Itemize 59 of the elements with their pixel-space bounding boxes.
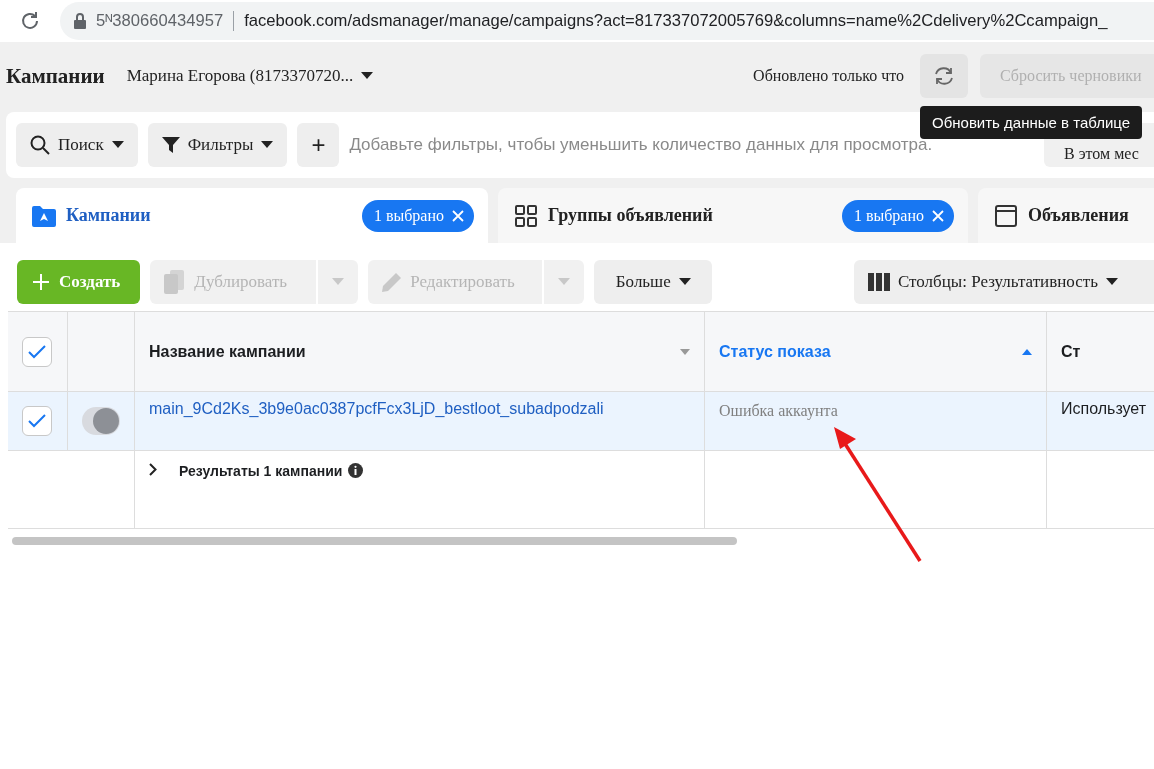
tab-label: Кампании <box>66 205 152 226</box>
tab[interactable]: Кампании 1 выбрано <box>16 188 488 243</box>
window-icon <box>994 203 1018 228</box>
grid-icon <box>514 203 538 228</box>
tab-label: Объявления <box>1028 205 1130 226</box>
caret-icon <box>361 72 374 80</box>
table-cell: Использует <box>1047 392 1154 451</box>
plus-icon <box>33 274 49 290</box>
column-header[interactable]: Статус показа <box>705 312 1047 392</box>
caret-icon <box>111 141 124 149</box>
close-icon <box>932 209 944 222</box>
status-text: Ошибка аккаунта <box>719 402 838 420</box>
address-bar[interactable]: 5ᴺ380660434957 facebook.com/adsmanager/manage/campaigns?act=817337072005769&columns=name%2Cdelivery%2Ccampaign_ <box>60 2 1154 40</box>
lock-icon <box>74 13 86 29</box>
more-button[interactable]: Больше <box>594 260 713 304</box>
columns-icon <box>868 273 890 291</box>
reload-icon[interactable] <box>20 11 40 31</box>
campaign-link[interactable]: main_9Cd2Ks_3b9e0ac0387pcfFcx3LjD_bestloot_subadpodzali <box>149 400 604 418</box>
refresh-icon <box>933 65 955 87</box>
columns-button[interactable]: Столбцы: Результативность <box>854 260 1154 304</box>
column-header[interactable]: Ст <box>1047 312 1154 392</box>
results-summary: Результаты 1 кампании <box>179 463 343 479</box>
caret-icon <box>332 278 345 286</box>
toggle-switch[interactable] <box>82 407 120 435</box>
folder-icon <box>32 204 56 227</box>
account-name[interactable]: Марина Егорова (8173370720... <box>126 66 354 86</box>
caret-icon <box>1105 278 1118 286</box>
select-all-checkbox[interactable] <box>22 336 52 367</box>
url-prefix: 5ᴺ380660434957 <box>96 11 224 31</box>
caret-icon <box>678 278 691 286</box>
check-icon <box>28 344 46 359</box>
page-title: Кампании <box>6 63 105 89</box>
copy-icon <box>164 270 187 294</box>
search-icon <box>30 135 50 155</box>
tab[interactable]: Объявления <box>978 188 1154 243</box>
filters-button[interactable]: Фильтры <box>147 123 288 167</box>
close-icon <box>452 209 464 222</box>
row-checkbox[interactable] <box>22 406 52 436</box>
pencil-icon <box>382 272 403 292</box>
search-button[interactable]: Поиск <box>16 123 138 167</box>
add-filter-button[interactable]: + <box>297 123 340 167</box>
caret-icon <box>558 278 571 286</box>
chevron-icon[interactable] <box>149 463 157 476</box>
info-icon <box>348 463 364 478</box>
tab[interactable]: Группы объявлений 1 выбрано <box>498 188 968 243</box>
sort-icon <box>680 348 690 355</box>
check-icon <box>28 414 46 428</box>
funnel-icon <box>161 136 180 154</box>
scrollbar[interactable] <box>12 537 737 545</box>
refresh-button[interactable] <box>920 54 968 98</box>
selected-badge[interactable]: 1 выбрано <box>361 199 474 232</box>
url-text: facebook.com/adsmanager/manage/campaigns?act=817337072005769&columns=name%2Cdelivery%2Ccampaign_ <box>244 11 1108 31</box>
tab-label: Группы объявлений <box>548 205 714 226</box>
updated-text: Обновлено только что <box>753 67 904 85</box>
tooltip: Обновить данные в таблице <box>920 106 1143 139</box>
column-header[interactable]: Название кампании <box>135 312 705 392</box>
selected-badge[interactable]: 1 выбрано <box>841 199 954 232</box>
sort-icon <box>1022 348 1032 355</box>
caret-icon <box>261 141 274 149</box>
